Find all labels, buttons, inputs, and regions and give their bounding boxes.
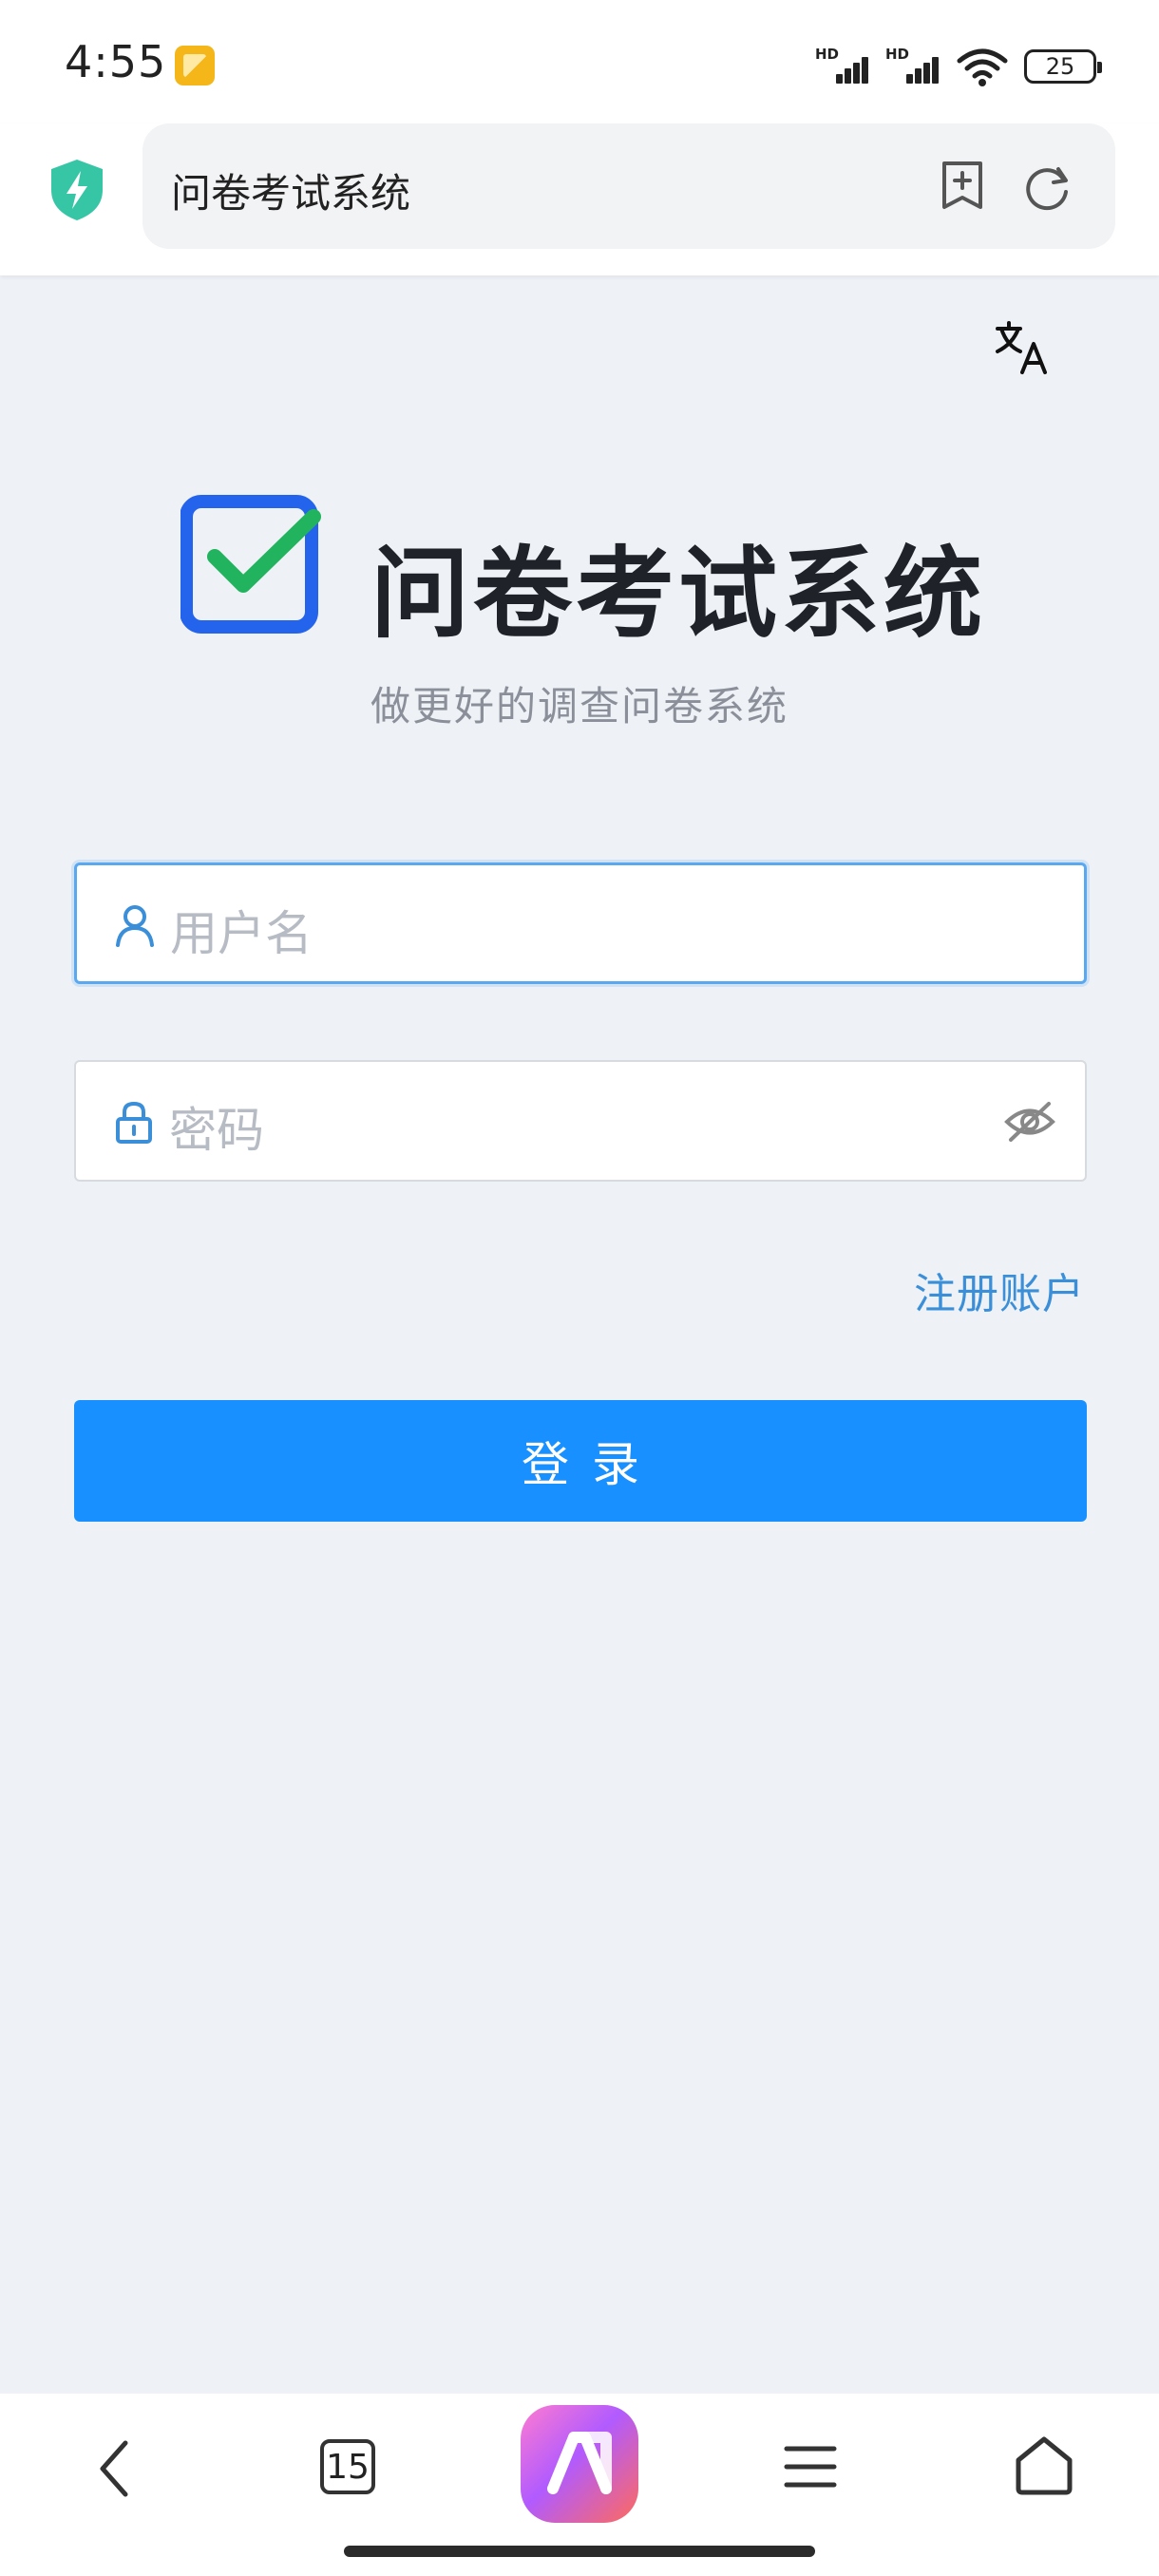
menu-icon[interactable] [783,2441,838,2492]
wifi-icon [957,48,1008,86]
user-icon [116,905,154,947]
password-input[interactable]: 密码 [74,1060,1087,1182]
status-time: 4:55 [65,36,167,87]
address-bar[interactable]: 问卷考试系统 [142,123,1115,249]
translate-icon[interactable] [994,319,1051,376]
ai-logo-icon [547,2432,612,2494]
status-indicators: HD HD 25 [815,42,1102,91]
refresh-icon[interactable] [1022,161,1074,213]
username-input[interactable]: 用户名 [74,862,1087,984]
tab-count: 15 [326,2447,370,2487]
cellular-signal-icon: HD [815,46,870,87]
battery-level: 25 [1045,53,1075,80]
app-logo: 问卷考试系统 [180,494,982,652]
ai-assistant-button[interactable] [521,2405,638,2523]
toggle-password-visibility-icon[interactable] [1003,1098,1056,1146]
app-title: 问卷考试系统 [370,536,987,652]
tabs-button[interactable]: 15 [320,2439,375,2494]
password-placeholder: 密码 [169,1103,264,1158]
register-link[interactable]: 注册账户 [914,1260,1085,1320]
browser-toolbar: 问卷考试系统 [0,123,1159,275]
home-indicator [344,2546,815,2557]
notes-notification-icon [175,46,215,85]
add-bookmark-icon[interactable] [939,160,986,211]
security-shield-icon[interactable] [48,158,106,222]
screen: 4:55 HD HD 25 问卷考试系统 问卷考试系统 做更好的调查问卷系统 用… [0,0,1159,2576]
checkbox-logo-icon [180,495,321,634]
back-icon[interactable] [87,2435,144,2502]
lock-icon [116,1101,152,1144]
username-placeholder: 用户名 [170,906,313,961]
page-title: 问卷考试系统 [171,170,411,217]
battery-icon: 25 [1024,49,1102,84]
status-bar: 4:55 HD HD 25 [0,0,1159,123]
login-button[interactable]: 登录 [74,1400,1087,1522]
home-icon[interactable] [1013,2434,1075,2496]
cellular-signal-icon-2: HD [885,46,940,87]
app-subtitle: 做更好的调查问卷系统 [370,683,788,729]
